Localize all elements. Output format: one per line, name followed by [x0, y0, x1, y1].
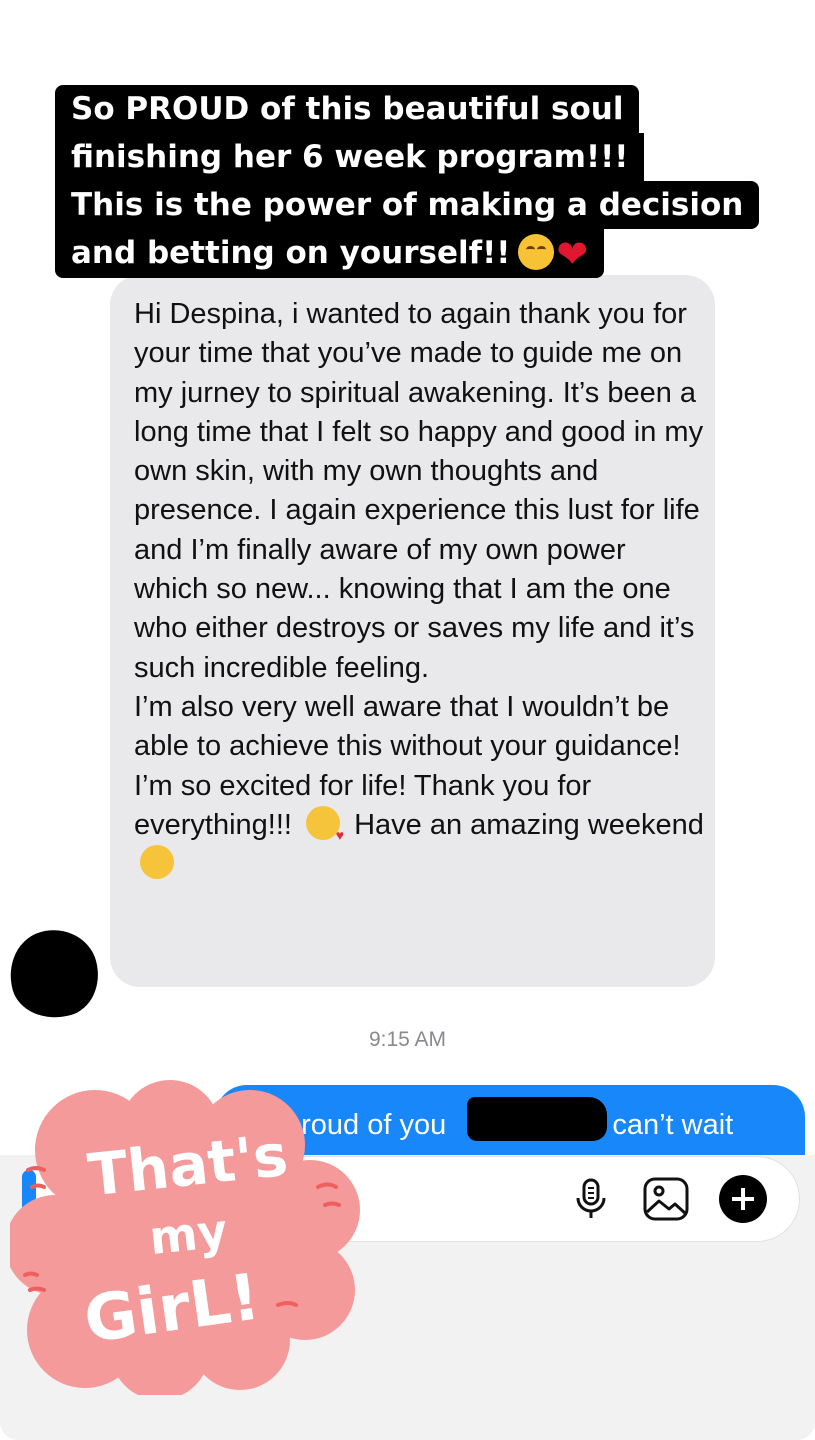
sticker-text-my: my: [147, 1203, 230, 1265]
story-caption: So PROUD of this beautiful soul finishin…: [55, 85, 765, 278]
redaction-mark: [467, 1097, 607, 1141]
caption-line-4-wrap: and betting on yourself!! ❤: [55, 229, 605, 278]
caption-line-4: and betting on yourself!!: [71, 235, 511, 271]
story-screen: So PROUD of this beautiful soul finishin…: [0, 0, 815, 1440]
top-strip: [0, 0, 815, 58]
microphone-icon[interactable]: [566, 1174, 616, 1224]
caption-line-3: This is the power of making a decision: [55, 181, 760, 229]
incoming-message-bubble[interactable]: Hi Despina, i wanted to again thank you …: [110, 275, 715, 987]
incoming-message-text: Hi Despina, i wanted to again thank you …: [134, 295, 704, 884]
hugging-face-icon: [518, 234, 555, 270]
photo-icon[interactable]: [641, 1174, 691, 1224]
caption-line-2: finishing her 6 week program!!!: [55, 133, 645, 181]
message-timestamp: 9:15 AM: [368, 1028, 447, 1051]
plus-icon[interactable]: [718, 1174, 768, 1224]
smiling-face-with-hearts-icon: [306, 805, 344, 855]
incoming-message-closing: Have an amazing weekend: [354, 808, 704, 841]
red-heart-icon: ❤: [556, 232, 589, 276]
hugging-face-icon: [140, 845, 174, 880]
avatar[interactable]: [0, 920, 108, 1028]
thats-my-girl-sticker: That's my GirL!: [10, 1080, 360, 1395]
outgoing-text-after: I can’t wait: [596, 1109, 734, 1141]
incoming-message-body: Hi Despina, i wanted to again thank you …: [134, 298, 704, 841]
caption-line-1: So PROUD of this beautiful soul: [55, 85, 640, 133]
